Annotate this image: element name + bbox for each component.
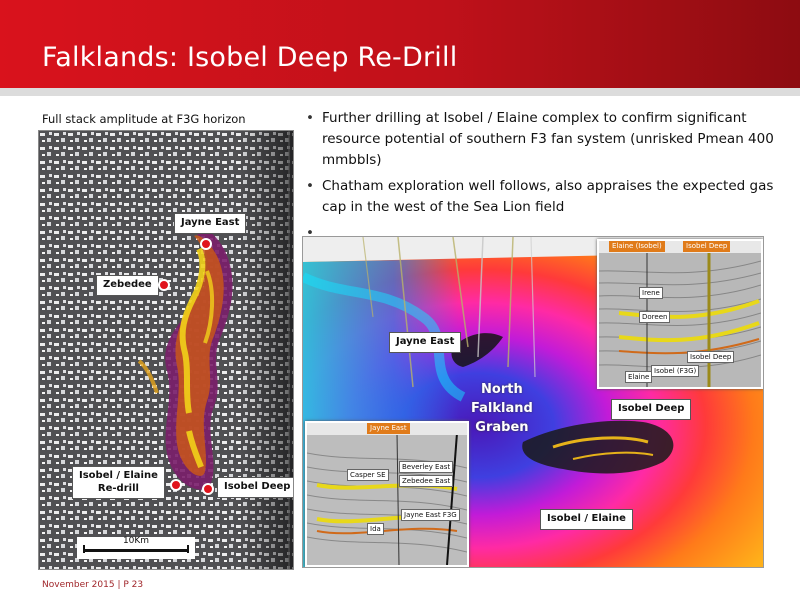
title-bar: Falklands: Isobel Deep Re-Drill [0, 0, 800, 88]
footer-date-page: November 2015 | P 23 [42, 580, 144, 590]
graben-line3: Graben [475, 420, 529, 435]
inset-tag: Doreen [639, 311, 671, 323]
bullet-item: Further drilling at Isobel / Elaine comp… [306, 108, 776, 171]
jayne-east-label: Jayne East [174, 213, 247, 234]
inset2-header: Jayne East [367, 423, 410, 434]
inset-header-right: Isobel Deep [683, 241, 731, 252]
graben-line1: North [481, 382, 523, 397]
amplitude-map: Jayne East Zebedee Isobel / Elaine Re-dr… [38, 130, 294, 570]
seismic-section-image-2 [307, 423, 467, 565]
map-isobel-deep-label: Isobel Deep [611, 399, 692, 420]
left-image-caption: Full stack amplitude at F3G horizon [42, 112, 246, 126]
depth-surface-map: Jayne East North Falkland Graben Isobel … [302, 236, 764, 568]
scale-label: 10Km [122, 536, 150, 546]
map-jayne-east-label: Jayne East [389, 332, 462, 353]
inset-tag: Isobel (F3G) [651, 365, 700, 377]
isobel-elaine-marker [170, 479, 182, 491]
graben-line2: Falkland [471, 401, 533, 416]
inset2-tag: Jayne East F3G [401, 509, 460, 521]
zebedee-label: Zebedee [96, 275, 159, 296]
zebedee-marker [158, 279, 170, 291]
isobel-elaine-label-line2: Re-drill [97, 482, 139, 494]
amplitude-map-image [39, 131, 293, 569]
seismic-inset-isobel: Elaine (Isobel) Isobel Deep Irene Doreen… [597, 239, 763, 389]
bullet-item [306, 223, 776, 244]
scale-bar: 10Km [77, 536, 195, 559]
isobel-deep-marker [202, 483, 214, 495]
seismic-inset-jayne-east: Jayne East Casper SE Beverley East Zebed… [305, 421, 469, 567]
inset2-tag: Ida [367, 523, 384, 535]
inset2-tag: Zebedee East [399, 475, 454, 487]
inset-tag: Isobel Deep [687, 351, 735, 363]
inset-header-left: Elaine (Isobel) [609, 241, 665, 252]
isobel-deep-label: Isobel Deep [217, 477, 293, 498]
isobel-elaine-label-line1: Isobel / Elaine [79, 470, 158, 481]
jayne-east-marker [200, 238, 212, 250]
inset2-tag: Beverley East [399, 461, 454, 473]
map-isobel-elaine-label: Isobel / Elaine [540, 509, 633, 530]
header-divider [0, 88, 800, 96]
page-title: Falklands: Isobel Deep Re-Drill [42, 42, 458, 73]
bullet-item: Chatham exploration well follows, also a… [306, 176, 776, 218]
isobel-elaine-redrill-label: Isobel / Elaine Re-drill [72, 466, 165, 499]
bullet-list: Further drilling at Isobel / Elaine comp… [306, 108, 776, 244]
inset2-tag: Casper SE [347, 469, 389, 481]
north-falkland-graben-label: North Falkland Graben [471, 380, 533, 437]
inset-tag: Elaine [625, 371, 653, 383]
inset-tag: Irene [639, 287, 663, 299]
